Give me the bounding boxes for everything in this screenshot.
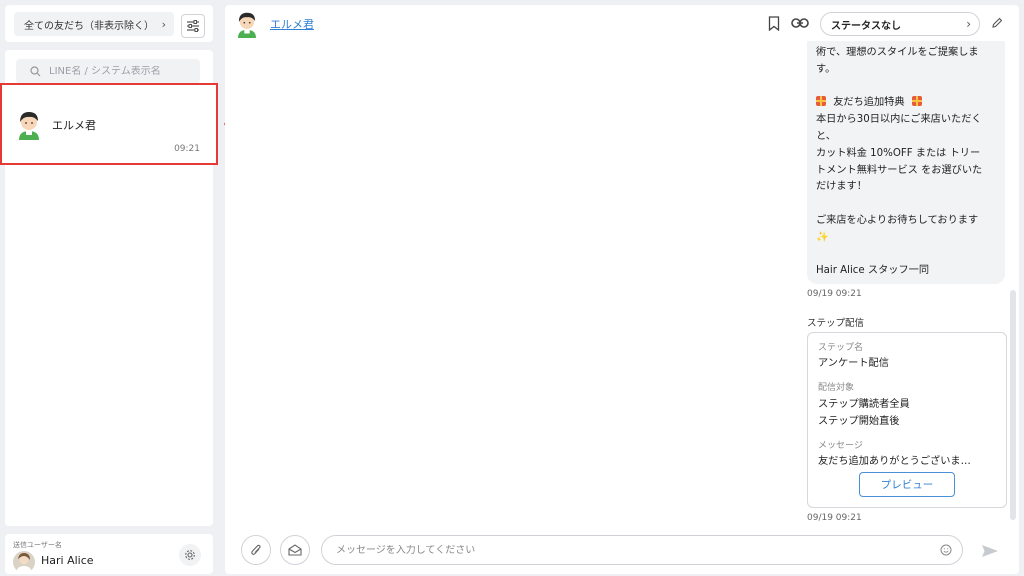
status-select[interactable]: ステータスなし › (820, 12, 980, 36)
sliders-icon (187, 20, 199, 32)
message-input-box (321, 535, 963, 565)
message-composer (225, 531, 1019, 574)
friend-filter-select[interactable]: 全ての友だち（非表示除く） › (14, 12, 174, 36)
gift-icon (911, 96, 922, 107)
chat-friend-avatar (238, 12, 256, 38)
chevron-right-icon: › (966, 17, 971, 31)
message-line (816, 79, 997, 96)
bookmark-button[interactable] (765, 14, 783, 32)
sender-settings-button[interactable] (179, 544, 201, 566)
message-line: トメント無料サービス をお選びいた (816, 164, 983, 176)
attach-button[interactable] (241, 535, 271, 565)
preview-button[interactable]: プレビュー (859, 472, 955, 497)
message-line (816, 247, 997, 264)
friend-name: エルメ君 (52, 119, 96, 132)
sender-avatar (13, 551, 35, 573)
chevron-right-icon: › (161, 17, 166, 31)
edit-button[interactable] (988, 14, 1006, 32)
friend-search-box (16, 59, 200, 84)
message-line: 本日から30日以内にご来店いただく (816, 114, 982, 126)
chat-friend-name-link[interactable]: エルメ君 (270, 16, 314, 32)
step-delivery-title: ステップ配信 (807, 318, 865, 329)
template-button[interactable] (280, 535, 310, 565)
message-timestamp: 09/19 09:21 (807, 289, 862, 299)
friend-filter-bar: 全ての友だち（非表示除く） › (5, 5, 213, 42)
friend-avatar (19, 112, 39, 140)
message-line: 術で、理想のスタイルをご提案しま (816, 47, 979, 58)
send-button[interactable] (978, 540, 1002, 562)
message-line: と、 (816, 130, 836, 142)
message-input[interactable] (336, 544, 940, 556)
message-bubble: 術で、理想のスタイルをご提案しま す。 友だち追加特典 本日から30日以内にご来… (807, 41, 1005, 284)
step-delivery-card: ステップ名 アンケート配信 配信対象 ステップ購読者全員 ステップ開始直後 メッ… (807, 332, 1007, 508)
link-button[interactable] (791, 14, 809, 32)
message-line: ✨ (816, 231, 829, 243)
friend-search-input[interactable] (49, 66, 189, 77)
emoji-icon[interactable] (940, 544, 952, 556)
step-name-value: アンケート配信 (818, 358, 889, 369)
gift-icon (816, 96, 826, 107)
bookmark-icon (768, 15, 780, 31)
status-label: ステータスなし (831, 20, 901, 32)
target-label: 配信対象 (818, 383, 855, 393)
envelope-icon (288, 544, 302, 556)
chat-panel: エルメ君 ステータスなし › 術で、理想のスタイルをご提案しま す。 友だち追加… (225, 5, 1019, 574)
sender-user-panel: 送信ユーザー名 Hari Alice (5, 534, 213, 574)
chat-scrollbar[interactable] (1010, 290, 1016, 520)
friend-list-panel: エルメ君 09:21 (0, 50, 218, 526)
send-icon (982, 545, 998, 557)
message-line: Hair Alice スタッフ一同 (816, 265, 930, 277)
sender-label: 送信ユーザー名 (13, 541, 62, 549)
filter-settings-button[interactable] (181, 14, 205, 38)
message-line: す。 (816, 63, 836, 75)
message-gift-line: 友だち追加特典 (816, 95, 997, 112)
friend-list-item[interactable]: エルメ君 09:21 (0, 83, 218, 165)
message-line: ご来店を心よりお待ちしております (816, 214, 979, 226)
pencil-icon (992, 17, 1003, 28)
gear-icon (185, 550, 195, 560)
step-name-label: ステップ名 (818, 343, 864, 353)
step-message-label: メッセージ (818, 441, 863, 451)
target-value: ステップ購読者全員 (818, 399, 910, 410)
message-line: カット料金 10%OFF または トリー (816, 147, 981, 159)
message-line (816, 196, 997, 213)
message-line: 友だち追加特典 (833, 97, 905, 109)
friend-filter-label: 全ての友だち（非表示除く） (24, 20, 154, 32)
step-timestamp: 09/19 09:21 (807, 513, 862, 523)
search-icon (30, 66, 41, 77)
message-line: だけます！ (816, 181, 867, 193)
paperclip-icon (251, 544, 261, 555)
chat-header: エルメ君 ステータスなし › (225, 5, 1019, 41)
step-message-value: 友だち追加ありがとうございま… (818, 456, 971, 467)
sender-name: Hari Alice (41, 554, 94, 567)
target-timing-value: ステップ開始直後 (818, 416, 900, 427)
friend-last-time: 09:21 (174, 144, 200, 154)
link-icon (791, 18, 809, 28)
